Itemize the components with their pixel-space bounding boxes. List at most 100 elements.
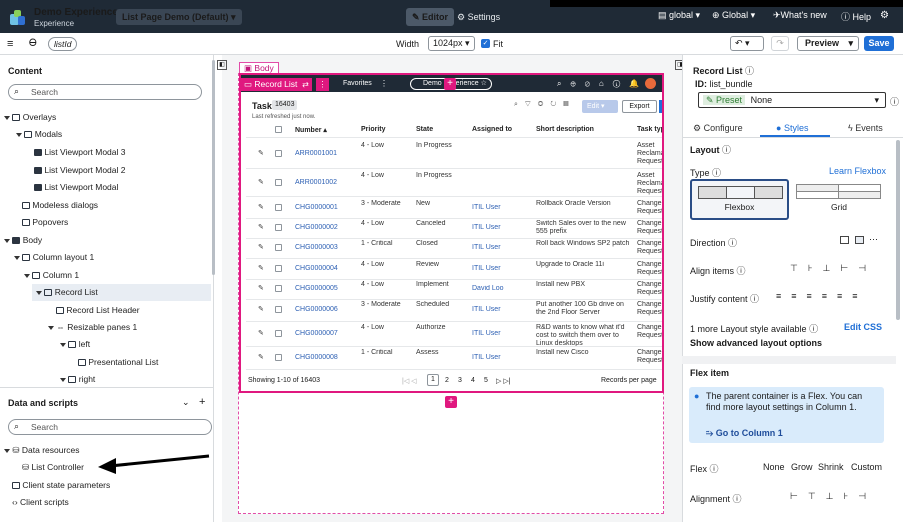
tab-configure[interactable]: ⚙ Configure: [693, 123, 743, 134]
edit-css-link[interactable]: Edit CSS: [844, 322, 882, 332]
edit-row-icon[interactable]: ✎: [258, 179, 268, 187]
cell-number[interactable]: CHG0000007: [295, 330, 355, 338]
collapse-left-icon[interactable]: ◧: [217, 60, 227, 70]
tree-item-modeless[interactable]: Modeless dialogs: [22, 200, 98, 210]
cell-assigned[interactable]: ITIL User: [472, 244, 532, 252]
help-button[interactable]: ⓘ Help: [841, 10, 871, 23]
cell-number[interactable]: CHG0000003: [295, 244, 355, 252]
tree-item-overlays[interactable]: Overlays: [4, 112, 56, 122]
edit-row-icon[interactable]: ✎: [258, 354, 268, 362]
tree-item-record-list-header[interactable]: Record List Header: [56, 305, 140, 315]
cell-number[interactable]: ARR0001001: [295, 150, 355, 158]
cell-number[interactable]: ARR0001002: [295, 179, 355, 187]
chevron-down-icon[interactable]: ⌄: [182, 397, 190, 408]
cell-number[interactable]: CHG0000001: [295, 204, 355, 212]
info-icon[interactable]: ⓘ: [745, 66, 754, 76]
flex-custom[interactable]: Custom: [851, 462, 882, 472]
edit-row-icon[interactable]: ✎: [258, 150, 268, 158]
scope-global-button[interactable]: ▤ global ▾: [658, 10, 700, 21]
edit-row-icon[interactable]: ✎: [258, 224, 268, 232]
cell-number[interactable]: CHG0000004: [295, 265, 355, 273]
page-select-dropdown[interactable]: List Page Demo (Default) ▾: [116, 9, 242, 25]
tree-item-column-layout[interactable]: Column layout 1: [14, 252, 94, 262]
page-1[interactable]: 1: [427, 374, 439, 386]
go-to-column-link[interactable]: ⥲ Go to Column 1: [706, 428, 783, 439]
info-icon[interactable]: ⓘ: [722, 145, 731, 155]
col-assigned[interactable]: Assigned to: [472, 126, 512, 133]
favorites-menu-icon[interactable]: ⋮: [380, 79, 388, 88]
cell-number[interactable]: CHG0000002: [295, 224, 355, 232]
export-button[interactable]: Export: [622, 100, 657, 113]
row-checkbox[interactable]: [275, 179, 282, 186]
col-short-description[interactable]: Short description: [536, 126, 594, 133]
cell-number[interactable]: CHG0000008: [295, 354, 355, 362]
new-button-edge[interactable]: [659, 100, 662, 113]
show-advanced-link[interactable]: Show advanced layout options: [690, 338, 822, 348]
width-select[interactable]: 1024px ▾: [428, 36, 475, 51]
undo-button[interactable]: ↶ ▾: [730, 36, 764, 51]
row-checkbox[interactable]: [275, 330, 282, 337]
avatar[interactable]: [645, 78, 656, 89]
tab-styles[interactable]: ● Styles: [776, 123, 808, 133]
edit-row-icon[interactable]: ✎: [258, 204, 268, 212]
list-toolbar-icons[interactable]: ⌕▽◎↻▦: [514, 101, 576, 109]
justify-content-options[interactable]: ≡≡≡≡≡≡: [776, 291, 868, 301]
record-list-tag[interactable]: ▭ Record List: [241, 78, 301, 91]
client-state-item[interactable]: Client state parameters: [12, 480, 110, 490]
cell-assigned[interactable]: ITIL User: [472, 265, 532, 273]
cell-number[interactable]: CHG0000005: [295, 285, 355, 293]
direction-row-icon[interactable]: [840, 235, 849, 244]
tab-events[interactable]: ϟ Events: [848, 123, 883, 133]
preview-button[interactable]: Preview ▾: [797, 36, 859, 51]
records-per-page[interactable]: Records per page: [601, 377, 657, 384]
settings-button[interactable]: ⚙ Settings: [457, 8, 500, 26]
cell-assigned[interactable]: ITIL User: [472, 204, 532, 212]
cell-assigned[interactable]: ITIL User: [472, 306, 532, 314]
tree-item-body[interactable]: Body: [4, 235, 42, 245]
row-checkbox[interactable]: [275, 265, 282, 272]
add-data-resource-icon[interactable]: +: [199, 396, 205, 408]
tree-item-resizable-panes[interactable]: ⇔ Resizable panes 1: [48, 322, 137, 332]
more-icon[interactable]: ⋯: [869, 234, 878, 244]
header-icons[interactable]: ⌕⊕⊘⌂ⓘ🔔: [557, 79, 648, 89]
edit-row-icon[interactable]: ✎: [258, 285, 268, 293]
add-component-icon[interactable]: +: [444, 78, 456, 90]
flex-grow[interactable]: Grow: [791, 462, 813, 472]
data-search-input[interactable]: Search: [8, 419, 212, 435]
row-checkbox[interactable]: [275, 306, 282, 313]
list-controller-item[interactable]: ⛁ List Controller: [22, 462, 84, 473]
flex-shrink[interactable]: Shrink: [818, 462, 844, 472]
row-checkbox[interactable]: [275, 204, 282, 211]
preset-info-icon[interactable]: ⓘ: [890, 95, 899, 108]
next-page-icon[interactable]: ▷ ▷|: [496, 377, 511, 385]
cell-assigned[interactable]: ITIL User: [472, 354, 532, 362]
fit-checkbox[interactable]: ✓: [481, 39, 490, 48]
page-2[interactable]: 2: [445, 377, 449, 384]
save-button[interactable]: Save: [864, 36, 894, 51]
tree-item-record-list[interactable]: Record List: [32, 284, 211, 301]
page-4[interactable]: 4: [471, 377, 475, 384]
col-task-type[interactable]: Task type: [637, 126, 662, 133]
props-scrollbar[interactable]: [896, 140, 900, 320]
redo-button[interactable]: ↷: [771, 36, 789, 51]
row-checkbox[interactable]: [275, 354, 282, 361]
tree-item-modals[interactable]: Modals: [16, 129, 62, 139]
preset-select[interactable]: ✎ Preset None ▾: [698, 92, 886, 108]
data-resources-node[interactable]: ⛁ Data resources: [4, 445, 80, 456]
link-icon[interactable]: ⇄: [299, 78, 312, 91]
cell-number[interactable]: CHG0000006: [295, 306, 355, 314]
flex-none[interactable]: None: [763, 462, 785, 472]
col-state[interactable]: State: [416, 126, 433, 133]
col-number[interactable]: Number ▴: [295, 126, 327, 134]
tree-item-modal-3[interactable]: List Viewport Modal 3: [34, 147, 125, 157]
user-menu-icon[interactable]: ⚙: [880, 10, 889, 21]
learn-flexbox-link[interactable]: Learn Flexbox: [829, 166, 886, 176]
page-5[interactable]: 5: [484, 377, 488, 384]
col-priority[interactable]: Priority: [361, 126, 386, 133]
grid-option[interactable]: Grid: [794, 179, 884, 220]
editor-button[interactable]: ✎ Editor: [406, 8, 455, 26]
row-checkbox[interactable]: [275, 224, 282, 231]
alignment-options[interactable]: ⊢⊤⊥⊦⊣: [790, 491, 876, 502]
tree-item-popovers[interactable]: Popovers: [22, 217, 68, 227]
tree-item-column-1[interactable]: Column 1: [24, 270, 79, 280]
